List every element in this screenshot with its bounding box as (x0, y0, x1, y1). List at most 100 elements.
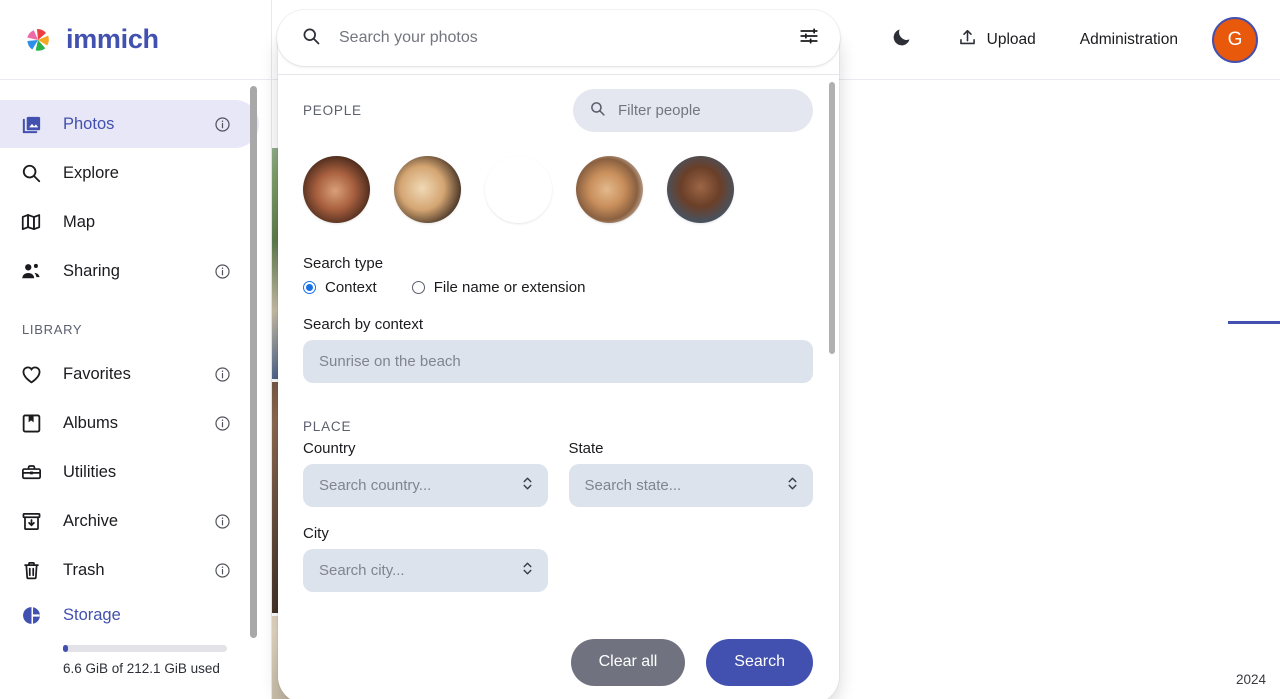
info-icon[interactable] (214, 263, 231, 280)
radio-selected-icon (303, 281, 316, 294)
person-avatar-3[interactable] (485, 156, 552, 223)
storage-label: Storage (63, 605, 121, 624)
search-icon (589, 100, 606, 122)
brand-name: immich (66, 24, 159, 54)
sidebar-item-albums[interactable]: Albums (0, 399, 259, 447)
avatar[interactable]: G (1212, 16, 1258, 63)
people-face-list (303, 156, 813, 223)
storage-section: Storage 6.6 GiB of 212.1 GiB used (0, 595, 271, 676)
storage-progress-fill (63, 645, 69, 652)
city-field-group: City Search city... (303, 525, 548, 592)
info-icon[interactable] (214, 513, 231, 530)
clear-all-button[interactable]: Clear all (570, 638, 686, 686)
map-icon (18, 209, 44, 235)
country-field-group: Country Search country... (303, 440, 548, 507)
chevron-updown-icon (521, 560, 534, 581)
search-overlay: PEOPLE Filter people Search type Context… (277, 10, 840, 699)
search-type-radio-group: Context File name or extension (303, 279, 813, 296)
immich-logo-icon (20, 22, 56, 58)
city-label: City (303, 525, 329, 542)
search-icon (18, 160, 44, 186)
context-field-label: Search by context (303, 316, 424, 333)
search-panel-scrollbar[interactable] (829, 82, 835, 354)
sharing-icon (18, 258, 44, 284)
person-avatar-4[interactable] (576, 156, 643, 223)
city-select[interactable]: Search city... (303, 549, 548, 592)
state-label: State (568, 440, 604, 457)
people-section-header: PEOPLE (303, 89, 813, 132)
info-icon[interactable] (214, 562, 231, 579)
search-panel-content: PEOPLE Filter people Search type Context… (278, 75, 839, 592)
sidebar-item-archive[interactable]: Archive (0, 497, 259, 545)
search-panel-footer: Clear all Search (278, 620, 839, 699)
people-heading: PEOPLE (303, 103, 362, 118)
country-select[interactable]: Search country... (303, 464, 548, 507)
filter-people-field[interactable] (573, 89, 813, 132)
radio-option-context[interactable]: Context (303, 279, 377, 296)
upload-icon (957, 27, 978, 53)
context-input[interactable] (319, 353, 797, 370)
radio-option-filename[interactable]: File name or extension (411, 279, 585, 296)
place-city-row: City Search city... (303, 525, 813, 592)
upload-label: Upload (986, 30, 1036, 48)
country-label: Country (303, 440, 356, 457)
upload-button[interactable]: Upload (945, 19, 1048, 61)
state-placeholder: Search state... (584, 477, 682, 494)
sidebar-scrollbar[interactable] (250, 86, 257, 638)
sidebar-item-explore[interactable]: Explore (0, 149, 259, 197)
chevron-updown-icon (786, 475, 799, 496)
place-heading: PLACE (303, 419, 352, 434)
timeline-scrubber-indicator[interactable] (1228, 321, 1280, 324)
sidebar-item-sharing[interactable]: Sharing (0, 247, 259, 295)
person-avatar-1[interactable] (303, 156, 370, 223)
albums-icon (18, 410, 44, 436)
state-select[interactable]: Search state... (568, 464, 813, 507)
state-field-group: State Search state... (568, 440, 813, 507)
utilities-icon (18, 459, 44, 485)
sidebar-item-utilities[interactable]: Utilities (0, 448, 259, 496)
info-icon[interactable] (214, 415, 231, 432)
search-filters-panel: PEOPLE Filter people Search type Context… (278, 38, 839, 699)
administration-button[interactable]: Administration (1068, 23, 1190, 57)
sidebar-item-label: Photos (63, 114, 115, 133)
sidebar-item-label: Map (63, 212, 96, 231)
context-input-wrapper[interactable] (303, 340, 813, 383)
sidebar-item-favorites[interactable]: Favorites (0, 350, 259, 398)
sidebar-item-storage[interactable]: Storage (0, 595, 271, 635)
search-type-label: Search type (303, 255, 384, 272)
radio-unselected-icon (411, 281, 425, 294)
search-bar[interactable] (277, 10, 840, 66)
search-submit-button[interactable]: Search (706, 638, 813, 686)
info-icon[interactable] (214, 366, 231, 383)
theme-toggle-button[interactable] (881, 16, 923, 63)
sidebar-item-trash[interactable]: Trash (0, 546, 259, 594)
sidebar-item-label: Utilities (63, 462, 117, 481)
country-placeholder: Search country... (319, 477, 432, 494)
sidebar-nav: Photos Explore Map Sharing LIBRARY Favor… (0, 81, 271, 699)
person-avatar-5[interactable] (667, 156, 734, 223)
tune-filter-icon[interactable] (798, 25, 820, 52)
sidebar-item-label: Trash (63, 560, 105, 579)
storage-progress-bar (63, 645, 227, 652)
moon-icon (891, 26, 913, 53)
library-heading: LIBRARY (22, 322, 83, 337)
search-icon (301, 26, 321, 51)
radio-label: Context (325, 279, 377, 296)
filter-people-input[interactable] (618, 102, 797, 119)
brand-logo[interactable]: immich (0, 0, 271, 80)
storage-pie-icon (18, 602, 44, 628)
sidebar-item-photos[interactable]: Photos (0, 100, 259, 148)
search-panel-scroll-area: PEOPLE Filter people Search type Context… (278, 75, 839, 620)
info-icon[interactable] (214, 116, 231, 133)
person-avatar-2[interactable] (394, 156, 461, 223)
place-country-state-row: Country Search country... State Search s… (303, 440, 813, 507)
storage-usage-caption: 6.6 GiB of 212.1 GiB used (63, 661, 220, 676)
sidebar-item-label: Albums (63, 413, 119, 432)
sidebar-item-map[interactable]: Map (0, 198, 259, 246)
immich-app: 2024 immich Photos Explore Map Sharing L… (0, 0, 1280, 699)
archive-icon (18, 508, 44, 534)
photos-icon (18, 111, 44, 137)
city-row-spacer (569, 525, 814, 592)
heart-icon (18, 361, 44, 387)
search-input[interactable] (339, 29, 798, 47)
